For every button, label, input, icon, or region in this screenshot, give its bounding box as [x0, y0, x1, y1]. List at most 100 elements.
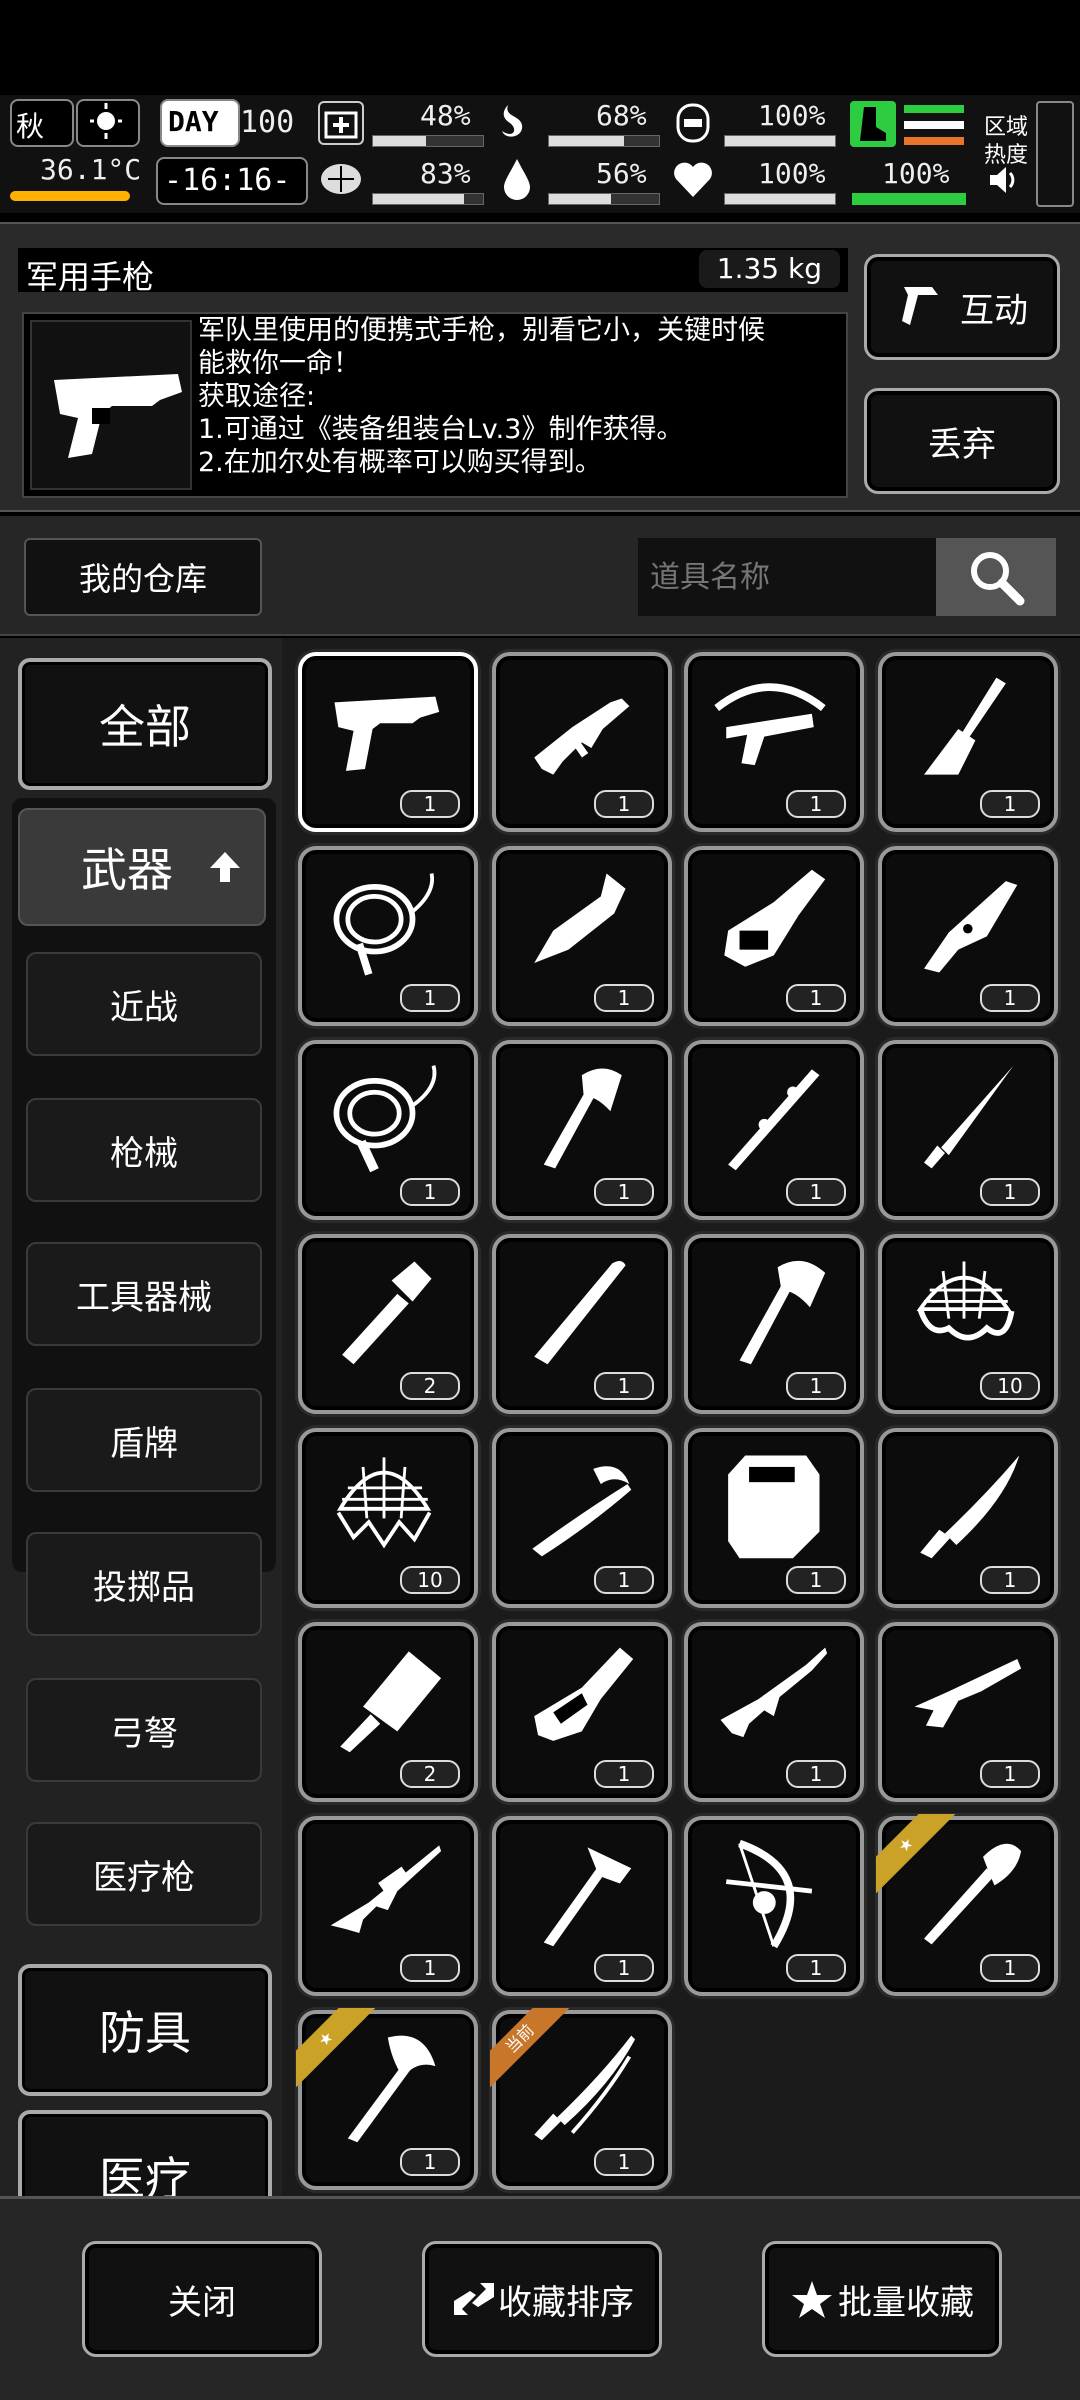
- inventory-slot[interactable]: 1: [684, 846, 864, 1026]
- thirst-value: 56%: [596, 157, 647, 190]
- favorite-ribbon: ★: [296, 2008, 376, 2088]
- ribbon-label: 当前: [490, 2008, 570, 2088]
- quantity-badge: 1: [594, 790, 654, 818]
- interact-button[interactable]: 互动: [864, 254, 1060, 360]
- inventory-slot[interactable]: 1: [298, 1816, 478, 1996]
- category-all[interactable]: 全部: [18, 658, 272, 790]
- inventory-slot[interactable]: 1: [492, 1040, 672, 1220]
- quantity-badge: 1: [594, 984, 654, 1012]
- inventory-slot[interactable]: 10: [878, 1234, 1058, 1414]
- inventory-slot[interactable]: 1: [298, 652, 478, 832]
- inventory-slot[interactable]: 1: [878, 846, 1058, 1026]
- close-label: 关闭: [168, 2282, 236, 2323]
- item-weight: 1.35 kg: [698, 250, 840, 288]
- inventory-slot[interactable]: 1: [684, 652, 864, 832]
- item-grid: 1 1 1 1 1 1 1 1 1 1 1 1 2 1 1 10 10 1 1 1 2 1 1 1 1 1 1 1 ★ 1 ★ 1 当前: [290, 638, 1070, 2196]
- category-medgun[interactable]: 医疗枪: [26, 1822, 262, 1926]
- inventory-slot[interactable]: 10: [298, 1428, 478, 1608]
- quantity-badge: 1: [980, 984, 1040, 1012]
- inventory-slot[interactable]: 1: [878, 1040, 1058, 1220]
- desc-line: 能救你一命！: [198, 348, 360, 379]
- inventory-slot[interactable]: 1 ★: [296, 2008, 478, 2190]
- quantity-badge: 10: [400, 1566, 460, 1594]
- inventory-slot[interactable]: 1: [492, 1234, 672, 1414]
- item-info-panel: 军用手枪 1.35 kg 军队里使用的便携式手枪，别看它小，关键时候 能救你一命…: [0, 222, 1080, 512]
- sun-icon: [76, 99, 140, 147]
- inventory-slot[interactable]: 1: [878, 652, 1058, 832]
- minigun-icon: [534, 1647, 634, 1741]
- category-guns[interactable]: 枪械: [26, 1098, 262, 1202]
- quantity-badge: 1: [980, 1760, 1040, 1788]
- warehouse-tab[interactable]: 我的仓库: [24, 538, 262, 616]
- hunger-value: 68%: [596, 99, 647, 132]
- inventory-slot[interactable]: 1: [684, 1234, 864, 1414]
- bat-icon: [534, 1260, 626, 1365]
- desc-line: 军队里使用的便携式手枪，别看它小，关键时候: [198, 315, 765, 346]
- day-label: DAY: [168, 105, 219, 138]
- brain-icon: [318, 157, 364, 201]
- mask-icon: [670, 101, 716, 145]
- arrow-up-icon: [210, 852, 240, 882]
- inventory-slot[interactable]: 1: [492, 846, 672, 1026]
- search-row: 我的仓库: [0, 516, 1080, 636]
- category-throwing[interactable]: 投掷品: [26, 1532, 262, 1636]
- bottom-bar: 关闭 收藏排序 批量收藏: [0, 2196, 1080, 2400]
- item-description-box: 军队里使用的便携式手枪，别看它小，关键时候 能救你一命！ 获取途径: 1.可通过…: [22, 312, 848, 498]
- star-icon: ★: [296, 2008, 376, 2088]
- speaker-icon[interactable]: [988, 165, 1018, 195]
- category-melee[interactable]: 近战: [26, 952, 262, 1056]
- inventory-slot[interactable]: 1: [298, 1040, 478, 1220]
- knife-icon: [924, 881, 1018, 973]
- pistol-icon: [54, 374, 182, 458]
- riot-shield-icon: [728, 1455, 820, 1559]
- stamina-line-white: [904, 121, 964, 129]
- crossbow-icon: [714, 683, 826, 766]
- search-button[interactable]: [936, 538, 1056, 616]
- inventory-slot[interactable]: 1: [684, 1040, 864, 1220]
- inventory-slot[interactable]: 1: [298, 846, 478, 1026]
- inventory-slot[interactable]: 1: [492, 1428, 672, 1608]
- rope-icon: [333, 1065, 437, 1173]
- whip-icon: [333, 873, 435, 976]
- flashlight-icon: [342, 1261, 432, 1365]
- quantity-badge: 1: [786, 1954, 846, 1982]
- inventory-slot[interactable]: 1: [492, 1816, 672, 1996]
- sabre-icon: [532, 1466, 632, 1557]
- quantity-badge: 1: [980, 790, 1040, 818]
- favorite-ribbon: ★: [876, 1814, 956, 1894]
- mood-bar: [724, 193, 836, 205]
- category-medical[interactable]: 医疗: [18, 2110, 272, 2196]
- inventory-slot[interactable]: 1: [492, 652, 672, 832]
- inventory-slot[interactable]: 2: [298, 1622, 478, 1802]
- stomach-icon: [494, 101, 540, 145]
- inventory-slot[interactable]: 1: [492, 1622, 672, 1802]
- favorite-sort-button[interactable]: 收藏排序: [422, 2241, 662, 2357]
- batch-favorite-button[interactable]: 批量收藏: [762, 2241, 1002, 2357]
- quantity-badge: 1: [400, 984, 460, 1012]
- inventory-slot[interactable]: 2: [298, 1234, 478, 1414]
- hunger-bar: [548, 135, 660, 147]
- quantity-badge: 1: [786, 1178, 846, 1206]
- quantity-badge: 1: [980, 1566, 1040, 1594]
- inventory-slot[interactable]: 1: [878, 1428, 1058, 1608]
- quantity-badge: 1: [594, 1178, 654, 1206]
- category-weapons[interactable]: 武器: [18, 808, 266, 926]
- stamina-line-green: [904, 105, 964, 113]
- clock-text: -16:16-: [164, 163, 291, 198]
- inventory-slot[interactable]: 1: [684, 1428, 864, 1608]
- inventory-slot[interactable]: 1: [684, 1622, 864, 1802]
- close-button[interactable]: 关闭: [82, 2241, 322, 2357]
- inventory-slot[interactable]: 1: [878, 1622, 1058, 1802]
- inventory-slot[interactable]: 1 当前: [490, 2008, 672, 2190]
- drop-button[interactable]: 丢弃: [864, 388, 1060, 494]
- category-bows[interactable]: 弓弩: [26, 1678, 262, 1782]
- category-shield[interactable]: 盾牌: [26, 1388, 262, 1492]
- inventory-slot[interactable]: 1 ★: [876, 1814, 1058, 1996]
- inventory-slot[interactable]: 1: [684, 1816, 864, 1996]
- category-tools[interactable]: 工具器械: [26, 1242, 262, 1346]
- search-input[interactable]: [638, 538, 936, 616]
- category-armor[interactable]: 防具: [18, 1964, 272, 2096]
- sanity-value: 83%: [420, 157, 471, 190]
- quantity-badge: 1: [786, 1372, 846, 1400]
- brush-icon: [924, 677, 1006, 775]
